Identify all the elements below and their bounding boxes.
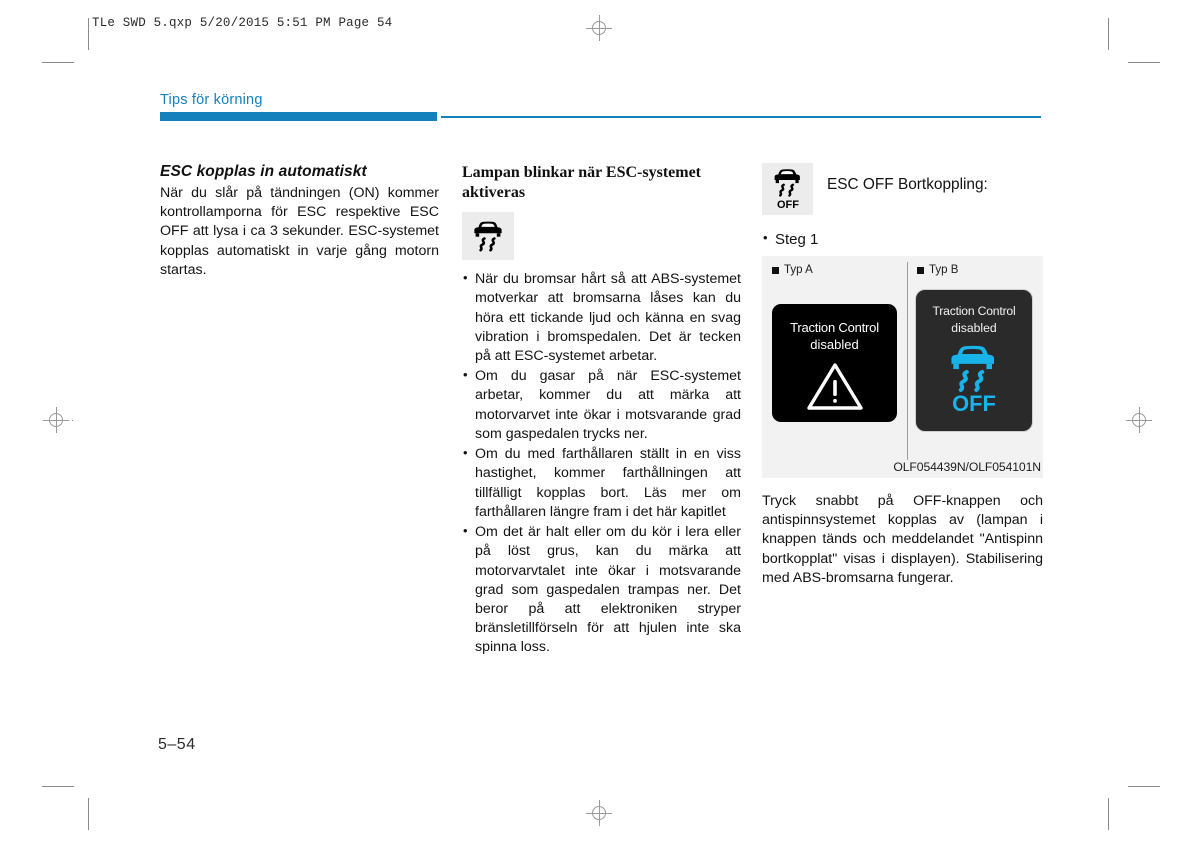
crop-mark-bottom-right-h: [1128, 786, 1160, 787]
manual-page: TLe SWD 5.qxp 5/20/2015 5:51 PM Page 54 …: [0, 0, 1200, 848]
crop-mark-bottom-right-v: [1108, 798, 1109, 830]
screen-b-line1: Traction Control: [932, 304, 1016, 318]
esc-off-icon: OFF: [774, 169, 800, 211]
running-head-title: Tips för körning: [160, 92, 263, 108]
esc-skid-icon-box: [462, 212, 514, 261]
screen-b-line2: disabled: [951, 321, 997, 335]
list-item: När du bromsar hårt så att ABS-systemet …: [462, 269, 741, 366]
esc-off-icon-box: OFF: [762, 163, 813, 215]
list-item: Om det är halt eller om du kör i lera el…: [462, 522, 741, 658]
left-heading: ESC kopplas in automatiskt: [160, 163, 367, 180]
warning-triangle-icon: [806, 363, 863, 410]
page-number: 5–54: [158, 736, 196, 753]
esc-off-header-row: OFF ESC OFF Bortkoppling:: [762, 163, 1043, 215]
esc-skid-icon: [474, 221, 502, 252]
figure-type-b-label: Typ B: [917, 264, 958, 276]
crop-mark-top-left-h: [42, 62, 74, 63]
column-left: ESC kopplas in automatiskt När du slår p…: [160, 163, 439, 280]
column-middle: Lampan blinkar när ESC-systemet aktivera…: [462, 163, 741, 659]
square-bullet-icon: [917, 266, 924, 274]
figure-divider: [907, 262, 908, 460]
crop-mark-bottom-left-h: [42, 786, 74, 787]
figure-panel: Typ A Typ B Traction Control disabled Tr…: [762, 256, 1043, 478]
middle-heading: Lampan blinkar när ESC-systemet aktivera…: [462, 164, 701, 201]
print-file-header: TLe SWD 5.qxp 5/20/2015 5:51 PM Page 54: [92, 16, 393, 30]
crop-mark-top-right-v: [1108, 18, 1109, 50]
right-body-text: Tryck snabbt på OFF-knappen och antispin…: [762, 493, 1043, 586]
crop-mark-top-right-h: [1128, 62, 1160, 63]
svg-text:OFF: OFF: [952, 391, 996, 416]
crop-mark-bottom-left-v: [88, 798, 89, 830]
svg-text:OFF: OFF: [777, 199, 799, 211]
running-head-rule-thick: [160, 112, 437, 121]
middle-bullet-list: När du bromsar hårt så att ABS-systemet …: [462, 269, 741, 658]
step-label: Steg 1: [762, 230, 1043, 248]
type-a-text: Typ A: [784, 264, 813, 276]
registration-tick-left: [72, 420, 73, 421]
registration-mark-top: [586, 15, 612, 41]
screen-a-line2: disabled: [810, 337, 859, 352]
registration-mark-right: [1126, 407, 1152, 433]
running-head-rule-thin: [441, 116, 1041, 118]
cluster-screen-type-a: Traction Control disabled: [772, 304, 897, 422]
crop-mark-top-left-v: [88, 18, 89, 50]
esc-off-icon-cyan: OFF: [951, 345, 996, 416]
screen-a-line1: Traction Control: [790, 320, 879, 335]
esc-off-section-title: ESC OFF Bortkoppling:: [827, 176, 988, 193]
left-body-text: När du slår på tändningen (ON) kommer ko…: [160, 185, 439, 278]
list-item: Om du med farthållaren ställt in en viss…: [462, 444, 741, 522]
column-right: OFF ESC OFF Bortkoppling: Steg 1 Typ A T…: [762, 163, 1043, 588]
figure-type-a-label: Typ A: [772, 264, 813, 276]
list-item: Om du gasar på när ESC-systemet arbetar,…: [462, 366, 741, 444]
figure-caption: OLF054439N/OLF054101N: [893, 460, 1041, 474]
type-b-text: Typ B: [929, 264, 959, 276]
registration-mark-left: [43, 407, 69, 433]
cluster-screen-type-b: Traction Control disabled OFF: [915, 289, 1033, 432]
registration-mark-bottom: [586, 800, 612, 826]
square-bullet-icon: [772, 266, 779, 274]
